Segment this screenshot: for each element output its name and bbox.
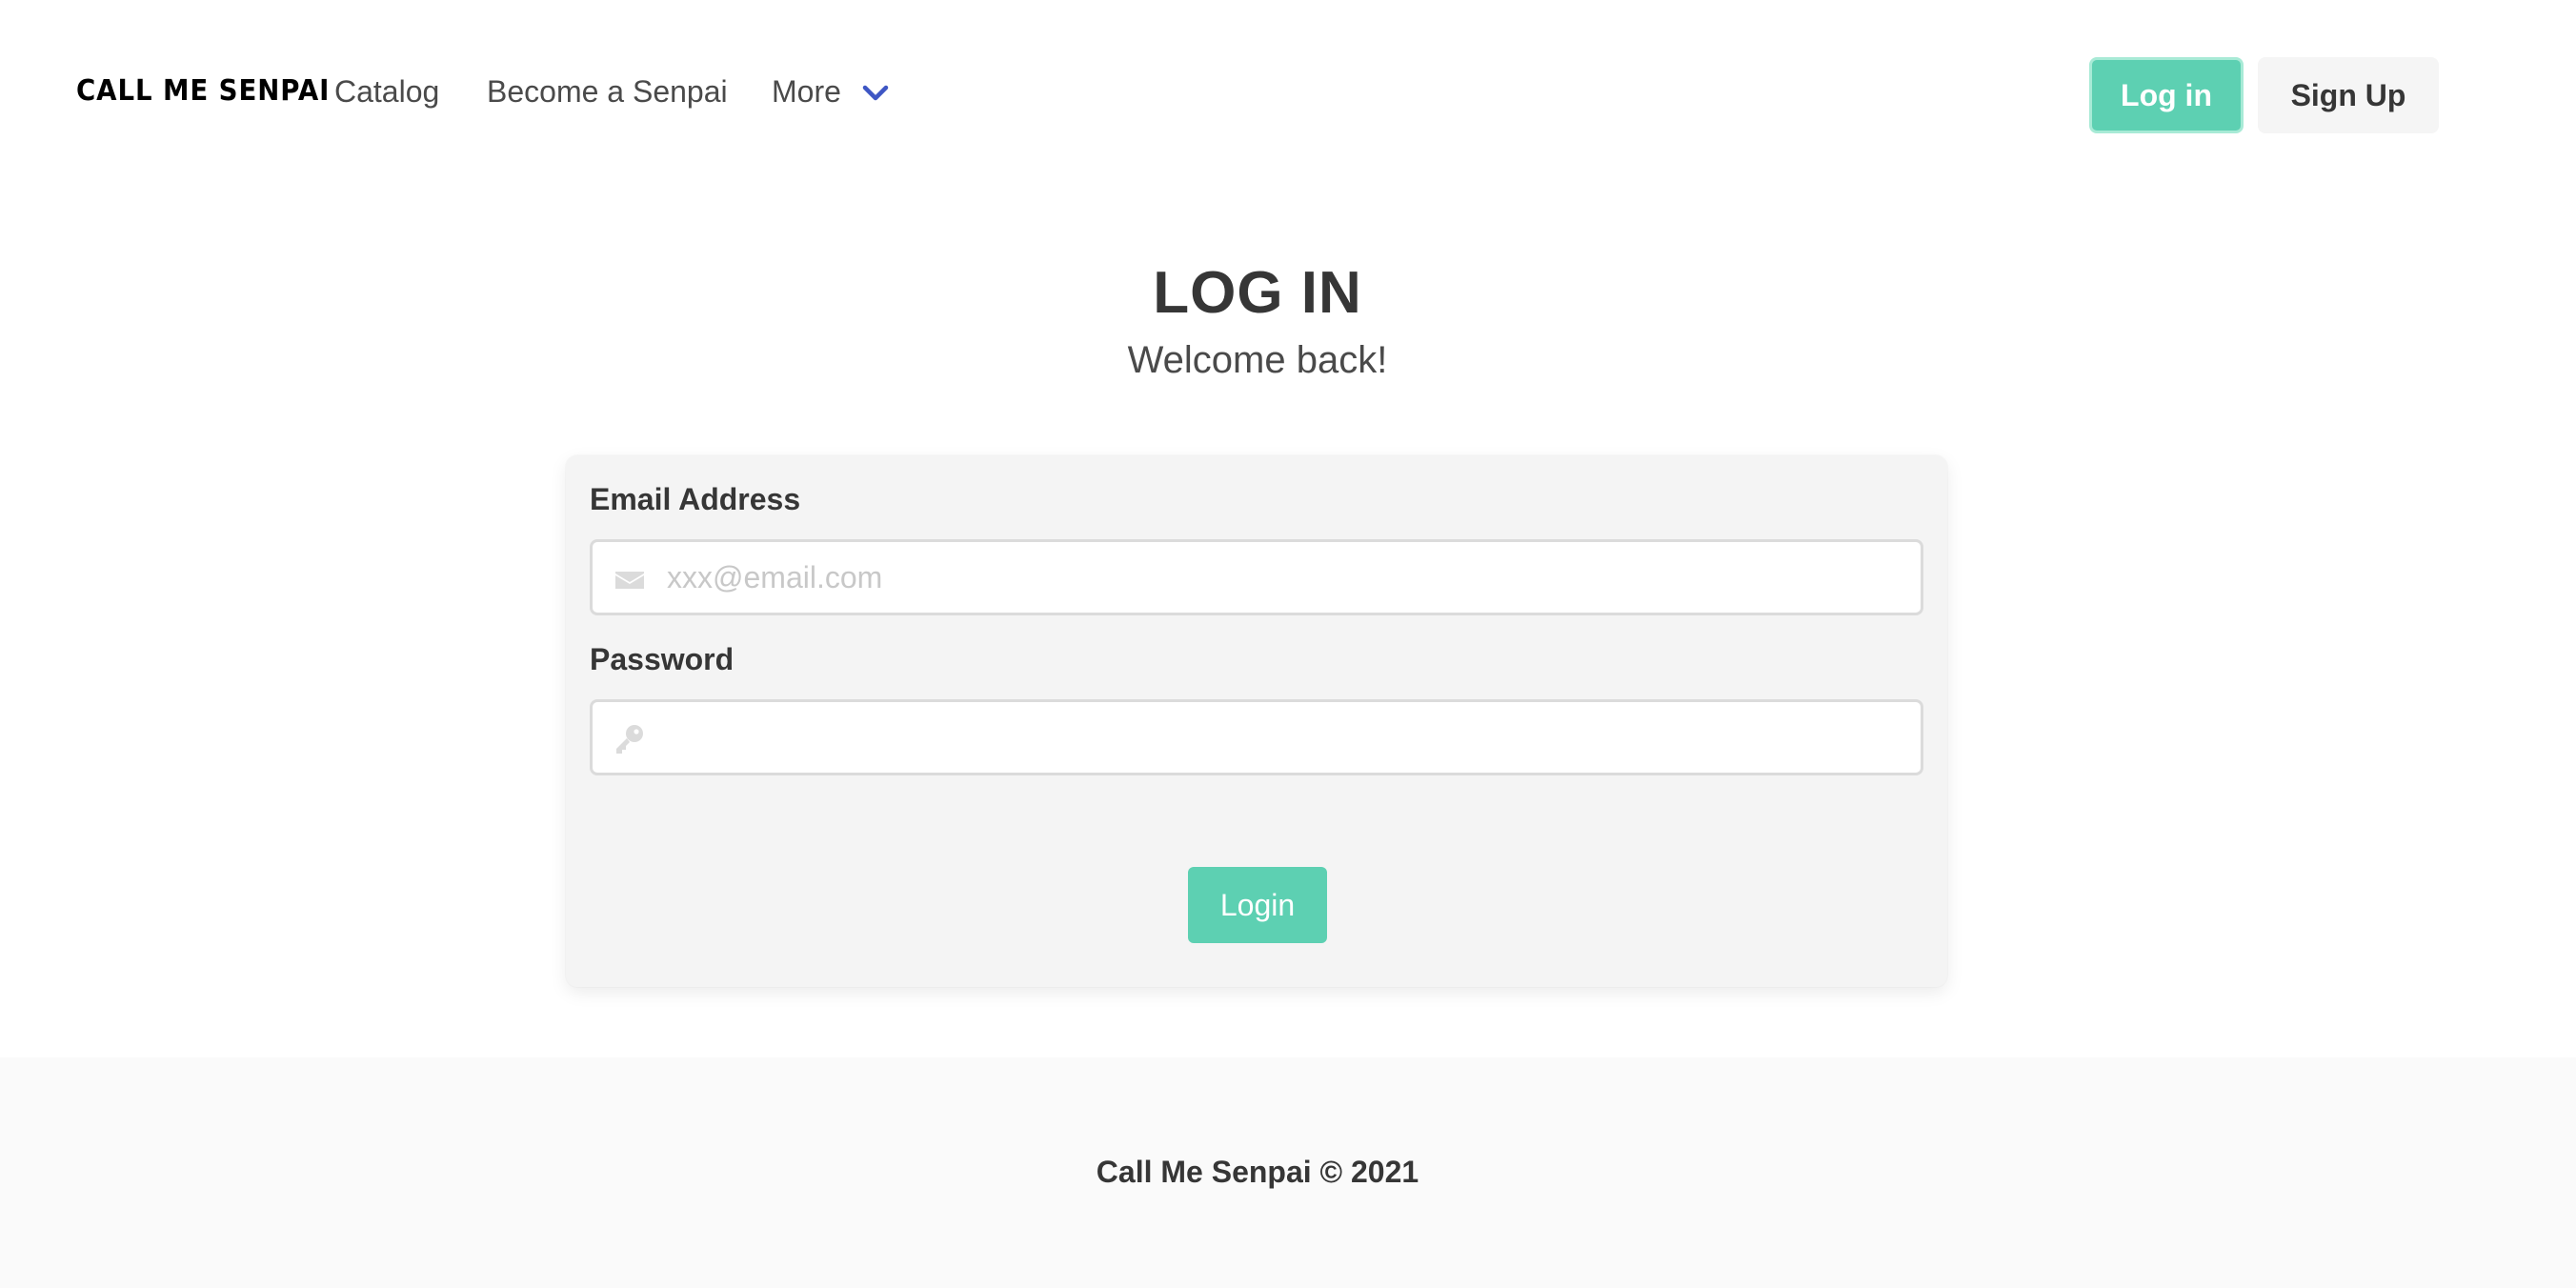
page-subtitle: Welcome back! bbox=[1127, 339, 1388, 381]
navbar: CALL ME SENPAI Catalog Become a Senpai M… bbox=[0, 0, 2576, 191]
login-form-card: Email Address Password Login bbox=[566, 455, 1947, 987]
footer: Call Me Senpai © 2021 bbox=[0, 1057, 2576, 1288]
email-input[interactable] bbox=[667, 542, 1905, 613]
chevron-down-icon bbox=[862, 85, 889, 100]
password-field[interactable] bbox=[590, 699, 1923, 775]
nav-link-catalog[interactable]: Catalog bbox=[334, 74, 439, 110]
footer-copyright: Call Me Senpai © 2021 bbox=[1096, 1155, 1419, 1189]
password-input[interactable] bbox=[667, 702, 1905, 773]
key-icon bbox=[616, 725, 643, 754]
login-button[interactable]: Log in bbox=[2089, 57, 2244, 133]
nav-more-label: More bbox=[772, 74, 841, 109]
nav-more-dropdown[interactable]: More bbox=[772, 74, 889, 110]
password-label: Password bbox=[590, 642, 735, 676]
email-label: Email Address bbox=[590, 482, 801, 516]
submit-login-button[interactable]: Login bbox=[1188, 867, 1327, 943]
signup-button[interactable]: Sign Up bbox=[2258, 57, 2439, 133]
nav-link-become-senpai[interactable]: Become a Senpai bbox=[487, 74, 728, 110]
brand-logo[interactable]: CALL ME SENPAI bbox=[76, 74, 330, 108]
envelope-icon bbox=[615, 572, 644, 589]
email-field[interactable] bbox=[590, 539, 1923, 615]
page-title: LOG IN bbox=[1153, 260, 1362, 326]
